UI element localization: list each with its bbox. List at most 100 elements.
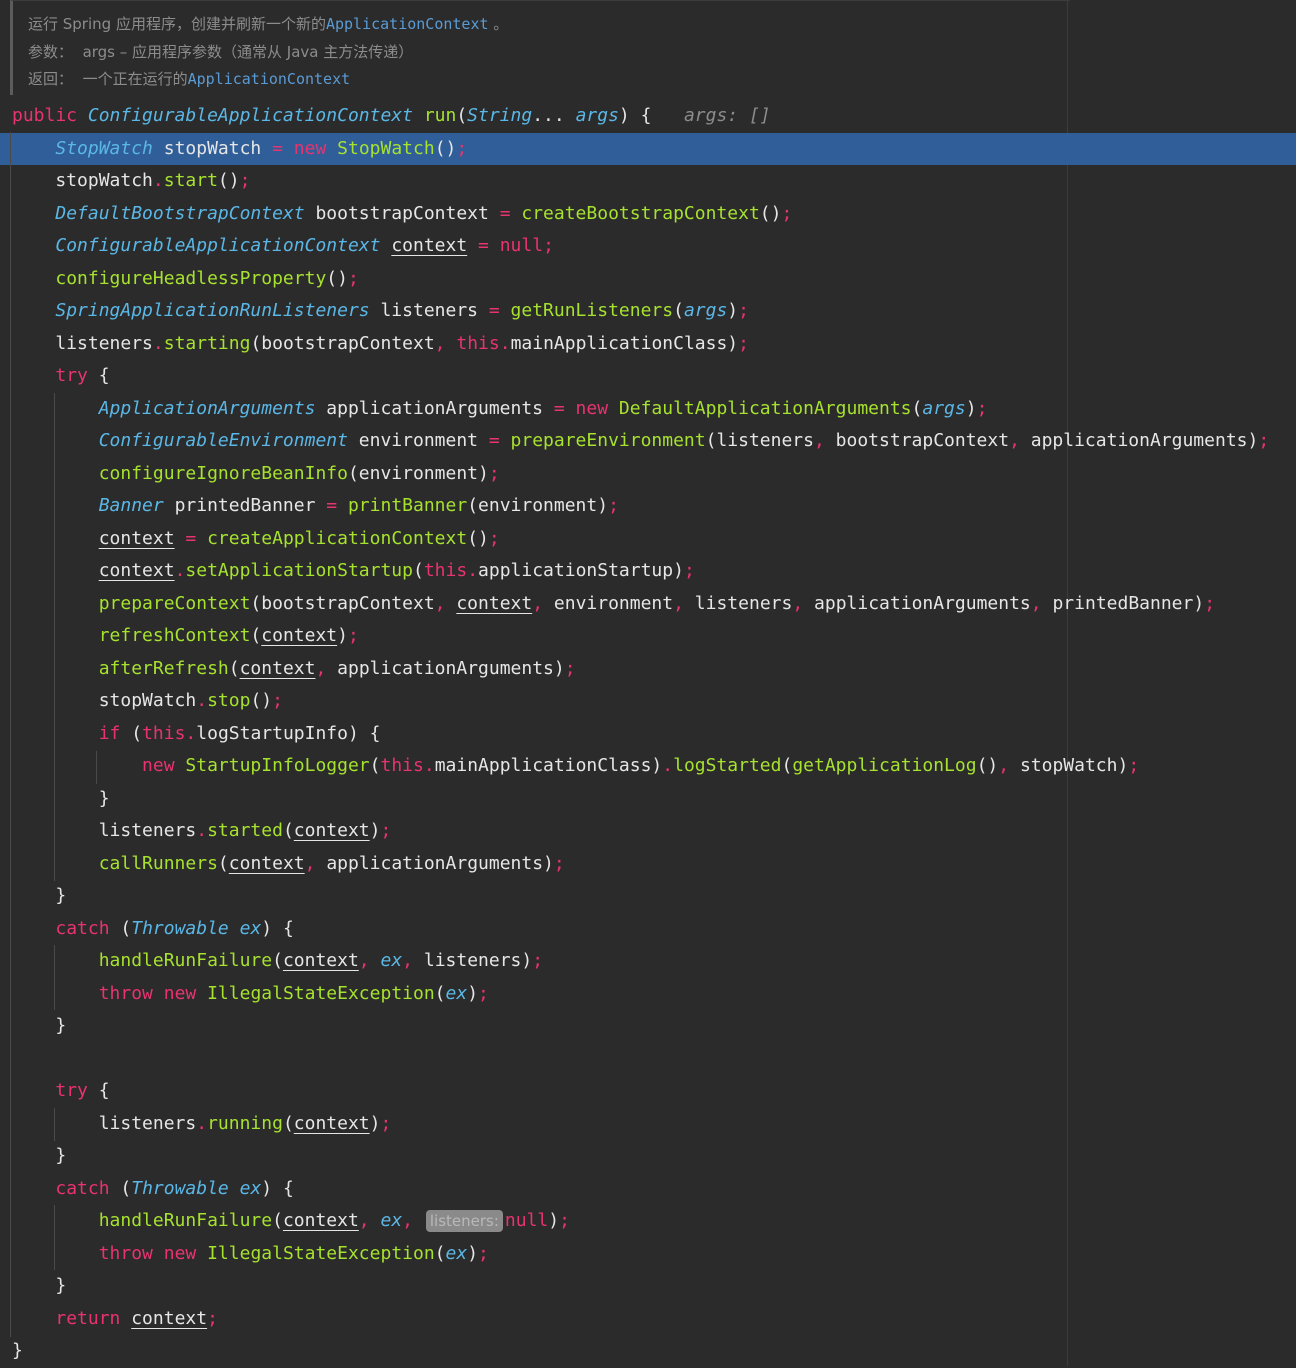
- code-token: (: [131, 722, 143, 744]
- code-line[interactable]: ApplicationArguments applicationArgument…: [0, 393, 1296, 426]
- code-token: }: [12, 1340, 23, 1361]
- code-line[interactable]: callRunners(context, applicationArgument…: [0, 848, 1296, 881]
- code-token: listeners: [12, 332, 153, 354]
- code-token: ;: [1204, 592, 1216, 614]
- code-token: (: [412, 560, 424, 581]
- code-line[interactable]: context = createApplicationContext();: [0, 523, 1296, 556]
- code-token: ;: [488, 462, 500, 484]
- code-token: try: [55, 365, 99, 386]
- code-line-text: listeners.running(context);: [12, 1108, 392, 1141]
- code-token: ): [548, 1210, 560, 1231]
- code-line[interactable]: }: [0, 1335, 1296, 1368]
- code-line[interactable]: throw new IllegalStateException(ex);: [0, 978, 1296, 1011]
- javadoc-returns: 返回： 一个正在运行的ApplicationContext: [28, 68, 350, 89]
- code-line[interactable]: SpringApplicationRunListeners listeners …: [0, 295, 1296, 328]
- code-token: context: [228, 852, 305, 874]
- code-line[interactable]: if (this.logStartupInfo) {: [0, 718, 1296, 751]
- code-token: ;: [380, 1112, 392, 1134]
- code-token: ;: [239, 170, 251, 191]
- code-token: this: [456, 332, 500, 354]
- code-line[interactable]: Banner printedBanner = printBanner(envir…: [0, 490, 1296, 523]
- code-line[interactable]: }: [0, 880, 1296, 913]
- code-line[interactable]: [0, 1043, 1296, 1076]
- code-token: }: [12, 885, 67, 906]
- code-line[interactable]: context.setApplicationStartup(this.appli…: [0, 555, 1296, 588]
- code-line-text: configureHeadlessProperty();: [12, 263, 359, 296]
- code-token: mainApplicationClass): [510, 332, 739, 354]
- code-line-text: DefaultBootstrapContext bootstrapContext…: [12, 198, 792, 231]
- code-line[interactable]: configureHeadlessProperty();: [0, 263, 1296, 296]
- code-token: Throwable: [131, 1177, 240, 1199]
- code-token: return: [55, 1307, 132, 1329]
- code-token: ;: [738, 332, 749, 354]
- code-line[interactable]: ConfigurableApplicationContext context =…: [0, 230, 1296, 263]
- code-line[interactable]: prepareContext(bootstrapContext, context…: [0, 588, 1296, 621]
- code-line[interactable]: }: [0, 1010, 1296, 1043]
- javadoc-returns-link[interactable]: ApplicationContext: [188, 70, 351, 88]
- code-line[interactable]: stopWatch.stop();: [0, 685, 1296, 718]
- code-line[interactable]: DefaultBootstrapContext bootstrapContext…: [0, 198, 1296, 231]
- code-token: ;: [347, 267, 359, 289]
- code-line-current[interactable]: StopWatch stopWatch = new StopWatch();: [0, 132, 1296, 166]
- code-token: .: [174, 560, 186, 581]
- code-line[interactable]: handleRunFailure(context, ex, listeners)…: [0, 945, 1296, 978]
- code-line[interactable]: throw new IllegalStateException(ex);: [0, 1238, 1296, 1271]
- code-line[interactable]: }: [0, 1270, 1296, 1303]
- code-line[interactable]: listeners.starting(bootstrapContext, thi…: [0, 328, 1296, 361]
- code-token: .: [152, 332, 164, 354]
- code-line-text: StopWatch stopWatch = new StopWatch();: [12, 133, 467, 166]
- javadoc-panel: 运行 Spring 应用程序，创建并刷新一个新的ApplicationConte…: [10, 0, 1070, 95]
- code-line[interactable]: listeners.started(context);: [0, 815, 1296, 848]
- code-token: bootstrapContext: [315, 202, 500, 224]
- code-token: StartupInfoLogger: [185, 755, 370, 776]
- code-line[interactable]: stopWatch.start();: [0, 165, 1296, 198]
- code-line[interactable]: try {: [0, 360, 1296, 393]
- code-line[interactable]: catch (Throwable ex) {: [0, 1173, 1296, 1206]
- code-token: StopWatch: [55, 137, 164, 159]
- code-line[interactable]: return context;: [0, 1303, 1296, 1336]
- code-token: stopWatch: [12, 170, 153, 191]
- code-token: ): [369, 820, 381, 841]
- code-line[interactable]: refreshContext(context);: [0, 620, 1296, 653]
- code-line-text: catch (Throwable ex) {: [12, 1173, 293, 1206]
- code-token: ConfigurableApplicationContext: [87, 105, 424, 126]
- code-line[interactable]: }: [0, 1140, 1296, 1173]
- code-token: ) {: [261, 917, 294, 939]
- code-token: throw: [98, 982, 164, 1004]
- code-line[interactable]: catch (Throwable ex) {: [0, 913, 1296, 946]
- code-token: listeners: [12, 820, 197, 841]
- code-token: ;: [1128, 755, 1140, 776]
- code-line[interactable]: ConfigurableEnvironment environment = pr…: [0, 425, 1296, 458]
- code-line-text: }: [12, 1335, 23, 1368]
- javadoc-link-applicationcontext[interactable]: ApplicationContext: [326, 15, 489, 33]
- code-line-text: new StartupInfoLogger(this.mainApplicati…: [12, 750, 1139, 783]
- code-line[interactable]: try {: [0, 1075, 1296, 1108]
- code-line[interactable]: public ConfigurableApplicationContext ru…: [0, 100, 1296, 133]
- code-token: ,: [434, 332, 457, 354]
- code-token: applicationArguments): [326, 852, 554, 874]
- code-line[interactable]: new StartupInfoLogger(this.mainApplicati…: [0, 750, 1296, 783]
- code-token: context: [391, 235, 468, 256]
- code-token: ex: [239, 917, 262, 939]
- code-token: (: [272, 950, 283, 971]
- code-token: (): [217, 170, 240, 191]
- code-token: throw: [98, 1242, 164, 1264]
- code-line-text: context.setApplicationStartup(this.appli…: [12, 555, 695, 588]
- code-line[interactable]: }: [0, 783, 1296, 816]
- code-editor[interactable]: 运行 Spring 应用程序，创建并刷新一个新的ApplicationConte…: [0, 0, 1296, 1366]
- code-line-text: return context;: [12, 1303, 218, 1336]
- code-line[interactable]: afterRefresh(context, applicationArgumen…: [0, 653, 1296, 686]
- code-token: (: [120, 1177, 132, 1199]
- code-line[interactable]: handleRunFailure(context, ex, listeners:…: [0, 1205, 1296, 1238]
- code-token: started: [207, 820, 283, 841]
- code-line[interactable]: listeners.running(context);: [0, 1108, 1296, 1141]
- code-line[interactable]: configureIgnoreBeanInfo(environment);: [0, 458, 1296, 491]
- code-token: ;: [564, 657, 576, 679]
